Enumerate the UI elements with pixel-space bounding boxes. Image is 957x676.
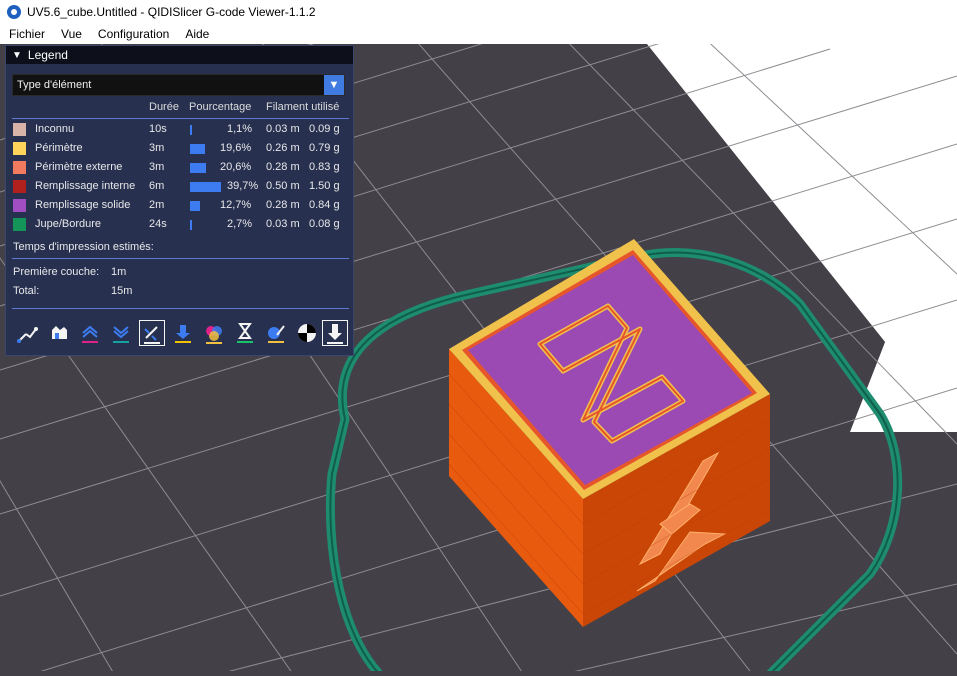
menu-vue[interactable]: Vue [53,27,90,41]
percent-bar [190,201,200,211]
feature-length: 0.03 m [266,218,300,230]
legend-separator [12,118,349,119]
options-toolbar [12,320,348,347]
column-filament: Filament utilisé [266,101,340,113]
feature-label: Jupe/Bordure [35,218,102,230]
feature-time: 10s [149,123,167,135]
legend-title: Legend [27,48,68,62]
feature-label: Périmètre [35,142,83,154]
color-swatch [13,161,26,174]
legend-header[interactable]: ▼ Legend [6,46,353,64]
chevron-down-icon[interactable]: ▼ [324,75,344,95]
center-of-gravity-icon[interactable] [295,321,319,345]
view-type-value: Type d'élément [17,79,92,91]
feature-length: 0.26 m [266,142,300,154]
legend-column-headers: Durée Pourcentage Filament utilisé [6,101,353,115]
percent-bar [190,144,205,154]
feature-weight: 0.08 g [309,218,340,230]
feature-percent: 20,6% [220,161,252,173]
percent-bar [190,125,192,135]
total-value: 15m [111,285,133,297]
menu-configuration[interactable]: Configuration [90,27,177,41]
legend-row: Inconnu 10s 1,1% 0.03 m 0.09 g [6,120,353,139]
menu-aide[interactable]: Aide [177,27,217,41]
feature-label: Périmètre externe [35,161,123,173]
feature-weight: 0.83 g [309,161,340,173]
feature-label: Remplissage interne [35,180,136,192]
feature-weight: 1.50 g [309,180,340,192]
menu-fichier[interactable]: Fichier [0,27,53,41]
column-percent: Pourcentage [189,101,252,113]
custom-gcodes-icon[interactable] [264,321,288,345]
column-time: Durée [149,101,179,113]
feature-weight: 0.79 g [309,142,340,154]
color-swatch [13,180,26,193]
feature-time: 2m [149,199,165,211]
total-label: Total: [13,285,40,297]
color-swatch [13,199,26,212]
feature-weight: 0.84 g [309,199,340,211]
feature-time: 24s [149,218,167,230]
feature-percent: 39,7% [227,180,259,192]
seams-icon[interactable] [139,320,165,346]
feature-percent: 1,1% [227,123,253,135]
feature-percent: 2,7% [227,218,253,230]
collapse-triangle-icon[interactable]: ▼ [12,50,22,61]
deretractions-icon[interactable] [109,321,133,345]
percent-bar [190,182,221,192]
percent-bar [190,163,206,173]
tool-changes-icon[interactable] [171,321,195,345]
first-layer-label: Première couche: [13,266,100,278]
shells-icon[interactable] [322,320,348,346]
window-title: UV5.6_cube.Untitled - QIDISlicer G-code … [27,5,316,19]
legend-row: Périmètre 3m 19,6% 0.26 m 0.79 g [6,139,353,158]
travel-icon[interactable] [16,321,40,345]
feature-label: Remplissage solide [35,199,131,211]
wipe-icon[interactable] [47,321,71,345]
legend-row: Périmètre externe 3m 20,6% 0.28 m 0.83 g [6,158,353,177]
feature-percent: 12,7% [220,199,252,211]
feature-length: 0.03 m [266,123,300,135]
feature-time: 3m [149,161,165,173]
title-bar: UV5.6_cube.Untitled - QIDISlicer G-code … [0,0,957,24]
retractions-icon[interactable] [78,321,102,345]
feature-length: 0.50 m [266,180,300,192]
first-layer-value: 1m [111,266,127,278]
color-swatch [13,123,26,136]
feature-label: Inconnu [35,123,75,135]
legend-separator [12,308,349,309]
legend-row: Remplissage solide 2m 12,7% 0.28 m 0.84 … [6,196,353,215]
legend-row: Jupe/Bordure 24s 2,7% 0.03 m 0.08 g [6,215,353,234]
feature-weight: 0.09 g [309,123,340,135]
percent-bar [190,220,192,230]
view-type-select[interactable]: Type d'élément ▼ [12,74,345,96]
estimated-times-title: Temps d'impression estimés: [13,241,154,253]
legend-separator [12,258,349,259]
color-swatch [13,142,26,155]
feature-percent: 19,6% [220,142,252,154]
app-logo-icon [7,5,21,19]
feature-length: 0.28 m [266,161,300,173]
feature-time: 3m [149,142,165,154]
pause-prints-icon[interactable] [233,321,257,345]
legend-row: Remplissage interne 6m 39,7% 0.50 m 1.50… [6,177,353,196]
legend-panel: ▼ Legend Type d'élément ▼ Durée Pourcent… [5,45,354,356]
menu-bar: Fichier Vue Configuration Aide [0,24,957,44]
color-swatch [13,218,26,231]
feature-length: 0.28 m [266,199,300,211]
color-changes-icon[interactable] [202,321,226,345]
feature-time: 6m [149,180,165,192]
